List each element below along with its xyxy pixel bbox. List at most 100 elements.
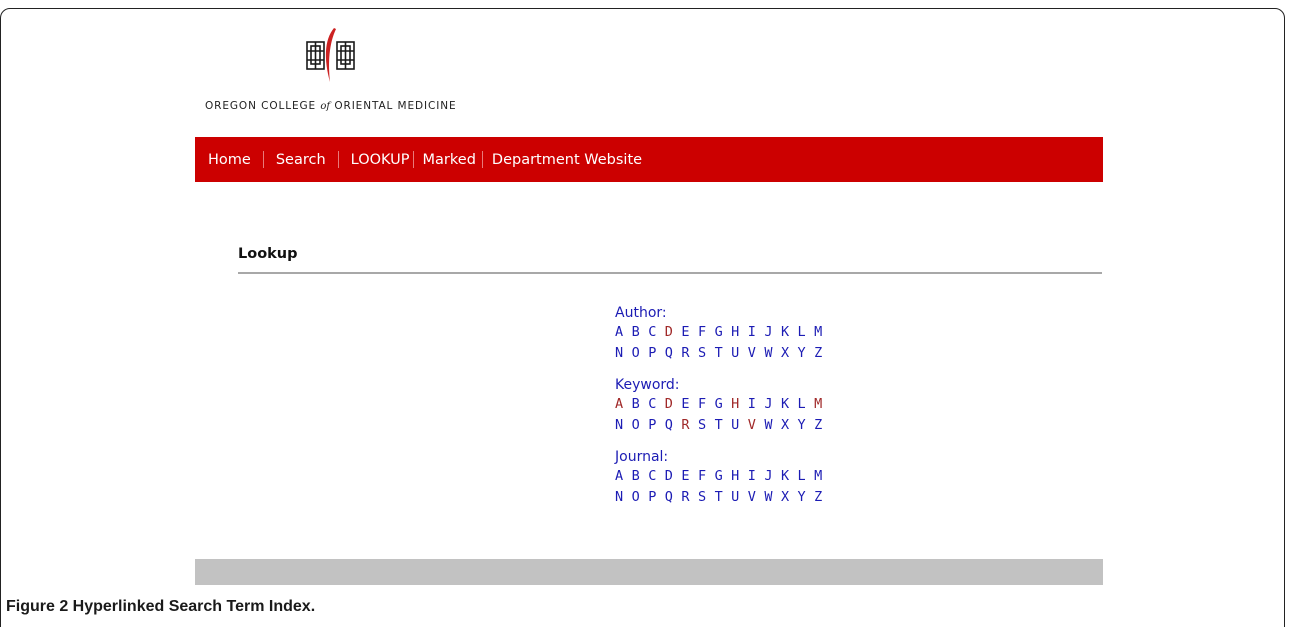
letter-link-w[interactable]: W [764,415,781,436]
letter-link-x[interactable]: X [781,343,798,364]
letter-link-c[interactable]: C [648,322,665,343]
letter-link-o[interactable]: O [632,415,649,436]
letter-link-g[interactable]: G [715,322,732,343]
letter-link-v[interactable]: V [748,415,765,436]
letter-link-k[interactable]: K [781,394,798,415]
letter-link-p[interactable]: P [648,343,665,364]
letter-link-j[interactable]: J [764,322,781,343]
letter-link-n[interactable]: N [615,343,632,364]
letter-link-i[interactable]: I [748,322,765,343]
letter-link-i[interactable]: I [748,394,765,415]
letter-row: ABCDEFGHIJKLM [615,394,915,415]
letter-link-s[interactable]: S [698,415,715,436]
keyword-index-group: Keyword: ABCDEFGHIJKLM NOPQRSTUVWXYZ [615,377,915,436]
letter-link-w[interactable]: W [764,343,781,364]
letter-link-a[interactable]: A [615,466,632,487]
letter-row: NOPQRSTUVWXYZ [615,343,915,364]
college-name-part1: OREGON COLLEGE [205,100,317,112]
letter-link-t[interactable]: T [715,415,732,436]
letter-link-g[interactable]: G [715,394,732,415]
letter-link-j[interactable]: J [764,466,781,487]
journal-index-label: Journal: [615,449,669,465]
letter-link-f[interactable]: F [698,394,715,415]
college-name: OREGON COLLEGE of ORIENTAL MEDICINE [205,100,457,112]
letter-link-m[interactable]: M [814,394,831,415]
letter-link-e[interactable]: E [681,394,698,415]
letter-link-h[interactable]: H [731,322,748,343]
letter-link-h[interactable]: H [731,394,748,415]
letter-link-q[interactable]: Q [665,487,682,508]
letter-link-u[interactable]: U [731,415,748,436]
letter-link-a[interactable]: A [615,394,632,415]
letter-row: NOPQRSTUVWXYZ [615,487,915,508]
letter-link-s[interactable]: S [698,343,715,364]
letter-link-m[interactable]: M [814,322,831,343]
author-index-label: Author: [615,305,667,321]
letter-link-p[interactable]: P [648,415,665,436]
letter-link-j[interactable]: J [764,394,781,415]
letter-link-d[interactable]: D [665,322,682,343]
letter-link-i[interactable]: I [748,466,765,487]
lattice-window-logo-icon [306,28,355,82]
letter-link-e[interactable]: E [681,466,698,487]
letter-link-f[interactable]: F [698,466,715,487]
letter-link-l[interactable]: L [798,394,815,415]
letter-link-u[interactable]: U [731,343,748,364]
letter-link-o[interactable]: O [632,487,649,508]
letter-link-n[interactable]: N [615,415,632,436]
letter-link-f[interactable]: F [698,322,715,343]
nav-home-link[interactable]: Home [208,152,251,168]
letter-link-v[interactable]: V [748,343,765,364]
letter-link-o[interactable]: O [632,343,649,364]
letter-link-k[interactable]: K [781,466,798,487]
search-term-index: Author: ABCDEFGHIJKLM NOPQRSTUVWXYZ Keyw… [615,305,915,521]
nav-separator [412,151,414,168]
heading-divider [238,272,1102,274]
college-name-part2: ORIENTAL MEDICINE [334,100,457,112]
letter-link-z[interactable]: Z [814,343,831,364]
letter-link-y[interactable]: Y [798,487,815,508]
letter-link-e[interactable]: E [681,322,698,343]
letter-link-c[interactable]: C [648,394,665,415]
letter-link-y[interactable]: Y [798,415,815,436]
letter-link-m[interactable]: M [814,466,831,487]
letter-link-l[interactable]: L [798,322,815,343]
letter-link-c[interactable]: C [648,466,665,487]
letter-link-l[interactable]: L [798,466,815,487]
letter-row: ABCDEFGHIJKLM [615,322,915,343]
nav-marked-link[interactable]: Marked [423,152,476,168]
letter-link-w[interactable]: W [764,487,781,508]
letter-link-s[interactable]: S [698,487,715,508]
college-logo[interactable]: OREGON COLLEGE of ORIENTAL MEDICINE [205,26,475,120]
nav-separator [481,151,483,168]
letter-link-x[interactable]: X [781,487,798,508]
letter-link-t[interactable]: T [715,343,732,364]
letter-link-r[interactable]: R [681,415,698,436]
letter-link-q[interactable]: Q [665,343,682,364]
nav-department-website-link[interactable]: Department Website [492,152,642,168]
letter-link-g[interactable]: G [715,466,732,487]
letter-link-d[interactable]: D [665,394,682,415]
letter-link-u[interactable]: U [731,487,748,508]
letter-link-h[interactable]: H [731,466,748,487]
nav-search-link[interactable]: Search [276,152,326,168]
nav-lookup-link[interactable]: LOOKUP [351,152,410,168]
letter-link-n[interactable]: N [615,487,632,508]
letter-link-y[interactable]: Y [798,343,815,364]
page-title: Lookup [238,246,298,262]
letter-link-b[interactable]: B [632,394,649,415]
letter-link-b[interactable]: B [632,322,649,343]
letter-link-z[interactable]: Z [814,415,831,436]
letter-link-q[interactable]: Q [665,415,682,436]
letter-link-d[interactable]: D [665,466,682,487]
letter-link-v[interactable]: V [748,487,765,508]
letter-link-r[interactable]: R [681,343,698,364]
letter-link-a[interactable]: A [615,322,632,343]
letter-link-p[interactable]: P [648,487,665,508]
letter-link-b[interactable]: B [632,466,649,487]
letter-link-r[interactable]: R [681,487,698,508]
letter-link-k[interactable]: K [781,322,798,343]
letter-link-x[interactable]: X [781,415,798,436]
letter-link-z[interactable]: Z [814,487,831,508]
letter-link-t[interactable]: T [715,487,732,508]
